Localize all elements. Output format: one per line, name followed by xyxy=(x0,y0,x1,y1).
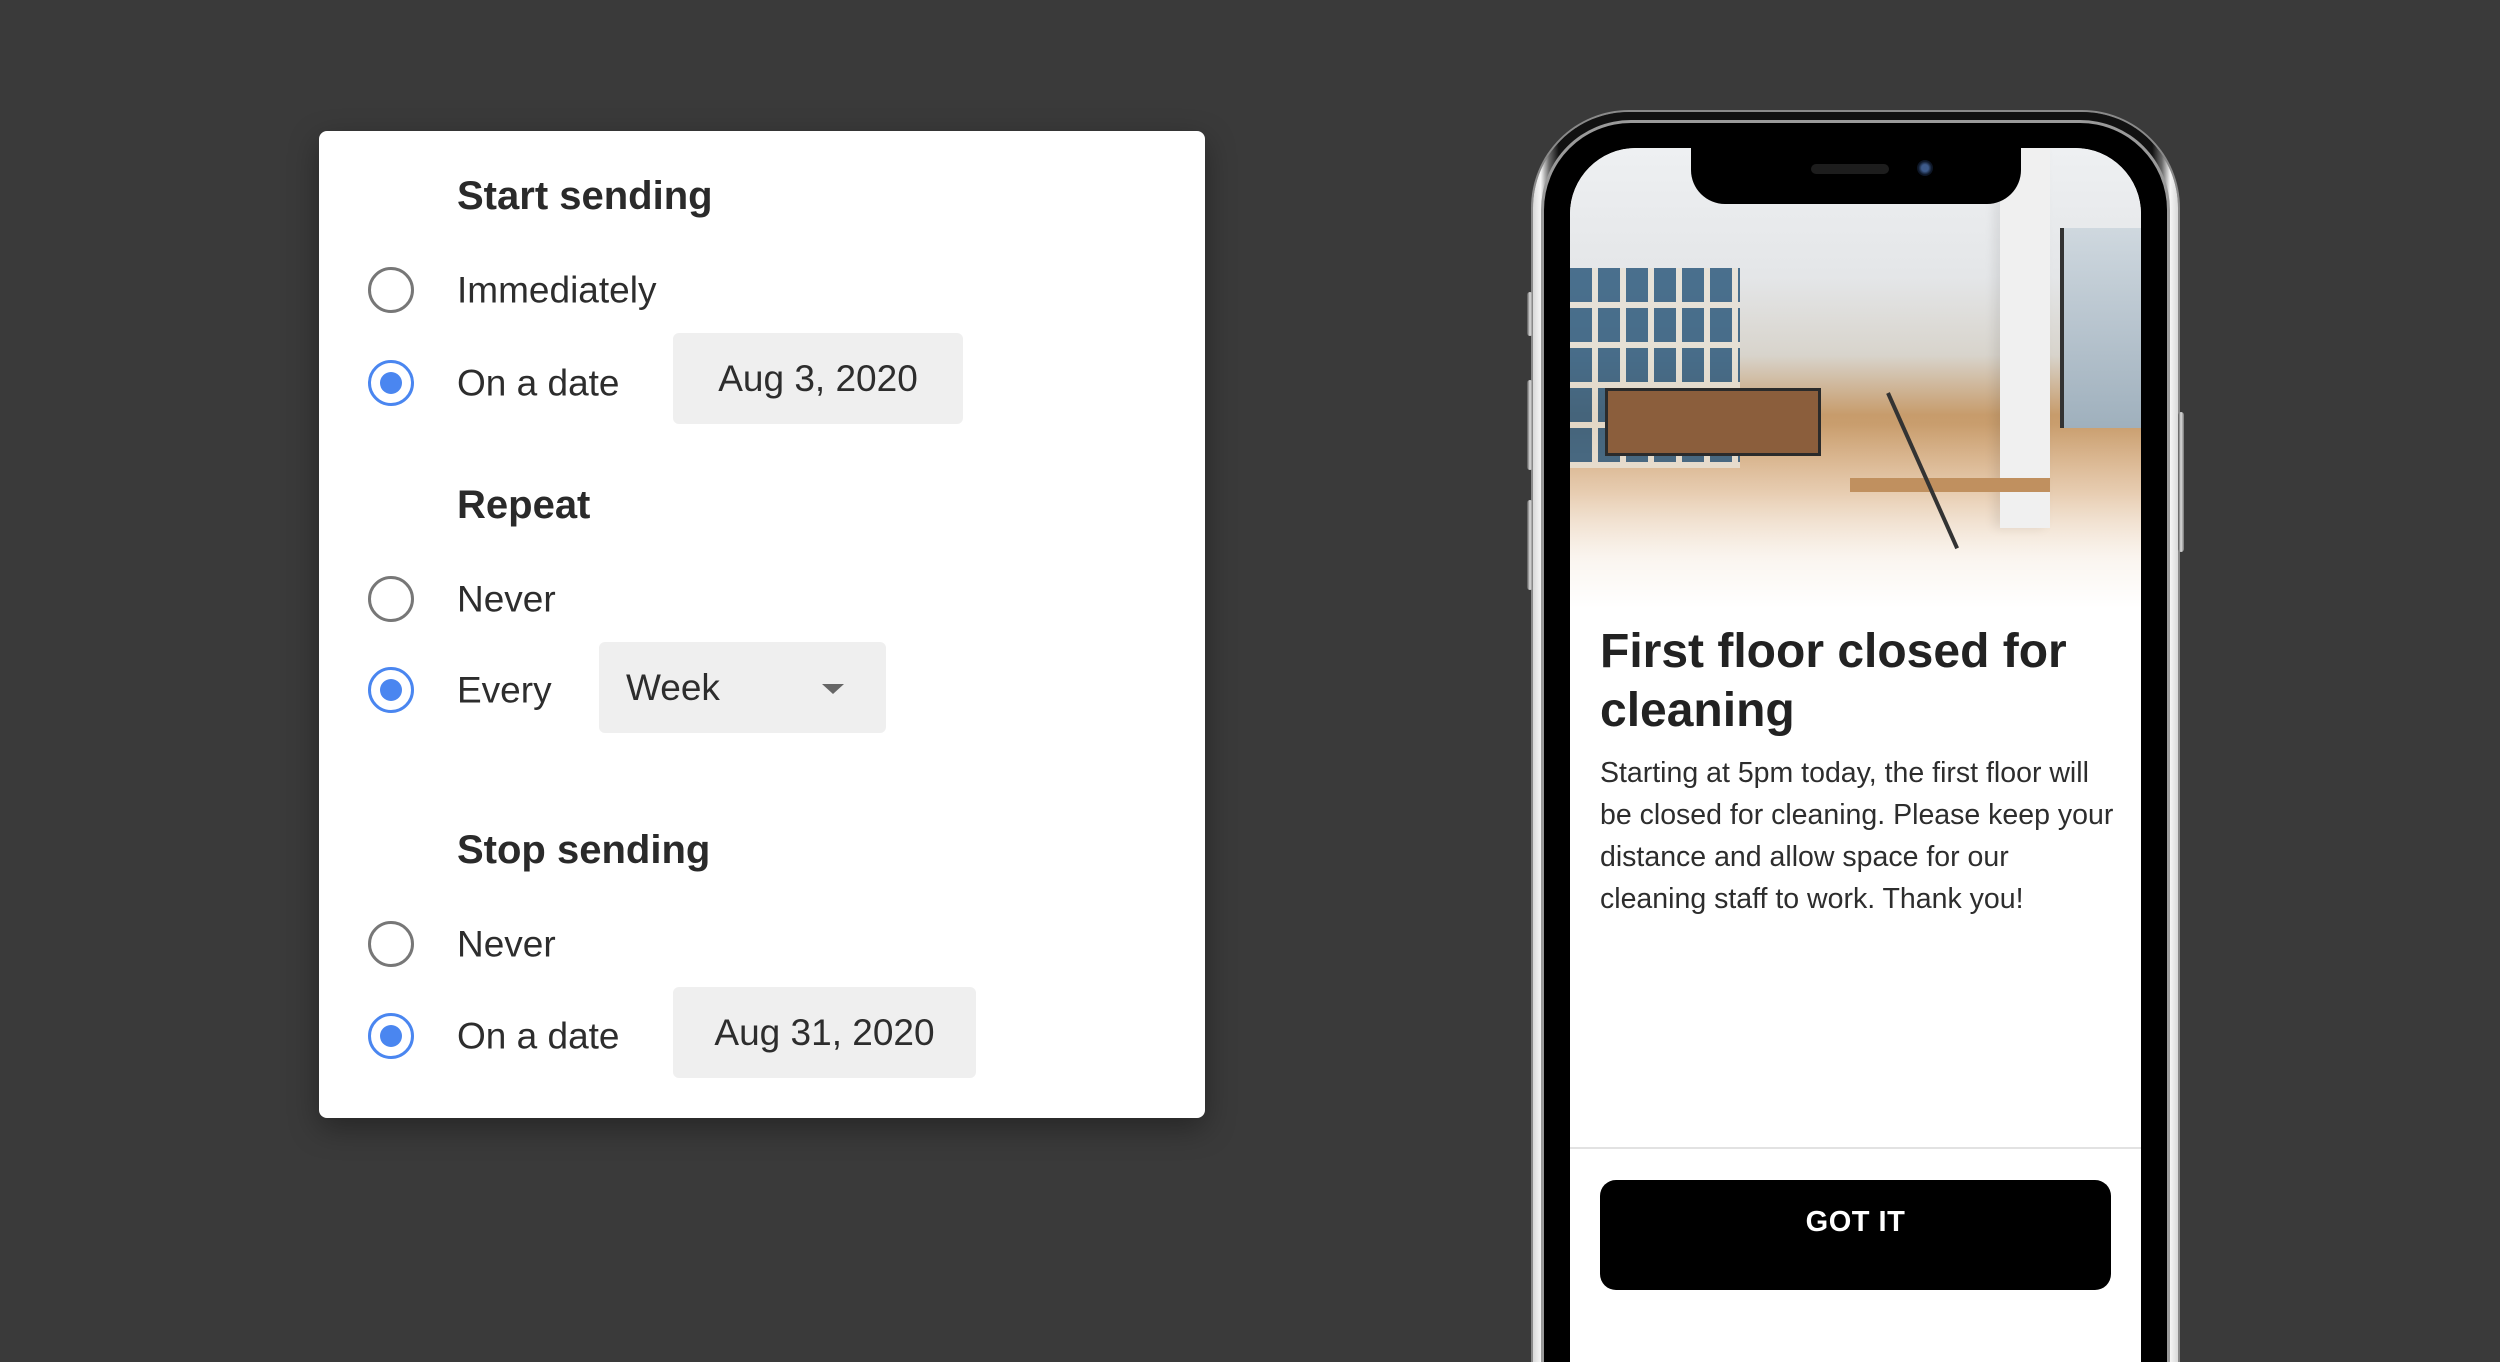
repeat-interval-select[interactable]: Week xyxy=(599,642,886,733)
divider xyxy=(1570,1147,2141,1149)
stop-never-radio[interactable] xyxy=(368,921,414,967)
phone-screen: First floor closed for cleaning Starting… xyxy=(1570,148,2141,1362)
speaker-icon xyxy=(1810,164,1889,174)
phone-notch xyxy=(1690,148,2021,204)
schedule-card: Start sending Immediately On a date Aug … xyxy=(319,131,1205,1118)
start-on-date-label[interactable]: On a date xyxy=(457,365,620,402)
volume-up-button xyxy=(1527,380,1533,470)
stop-sending-heading: Stop sending xyxy=(457,828,711,872)
message-body: Starting at 5pm today, the first floor w… xyxy=(1600,757,2114,915)
repeat-every-label[interactable]: Every xyxy=(457,672,552,709)
start-immediately-label[interactable]: Immediately xyxy=(457,272,656,309)
got-it-button[interactable]: GOT IT xyxy=(1600,1180,2111,1290)
start-on-date-radio[interactable] xyxy=(368,360,414,406)
phone-mockup: First floor closed for cleaning Starting… xyxy=(1527,112,2184,1362)
repeat-every-radio[interactable] xyxy=(368,667,414,713)
chevron-down-icon xyxy=(822,683,844,694)
repeat-interval-value: Week xyxy=(626,666,720,708)
column-detail xyxy=(2000,148,2050,528)
repeat-never-radio[interactable] xyxy=(368,576,414,622)
stop-never-label[interactable]: Never xyxy=(457,926,556,963)
office-lobby-photo xyxy=(1570,148,2141,608)
start-date-field[interactable]: Aug 3, 2020 xyxy=(673,333,963,424)
stairs-detail xyxy=(1850,478,2050,492)
stop-date-field[interactable]: Aug 31, 2020 xyxy=(673,987,976,1078)
power-button xyxy=(2178,412,2184,552)
window-detail xyxy=(2060,228,2141,428)
start-sending-heading: Start sending xyxy=(457,174,713,218)
repeat-never-label[interactable]: Never xyxy=(457,581,556,618)
stop-on-date-radio[interactable] xyxy=(368,1013,414,1059)
handrail-detail xyxy=(1886,392,1959,550)
repeat-heading: Repeat xyxy=(457,483,591,527)
camera-icon xyxy=(1916,160,1933,176)
message-title: First floor closed for cleaning xyxy=(1600,625,2067,737)
stop-on-date-label[interactable]: On a date xyxy=(457,1018,620,1055)
mute-switch xyxy=(1527,292,1533,336)
volume-down-button xyxy=(1527,500,1533,590)
counter-detail xyxy=(1605,388,1821,456)
start-immediately-radio[interactable] xyxy=(368,267,414,313)
